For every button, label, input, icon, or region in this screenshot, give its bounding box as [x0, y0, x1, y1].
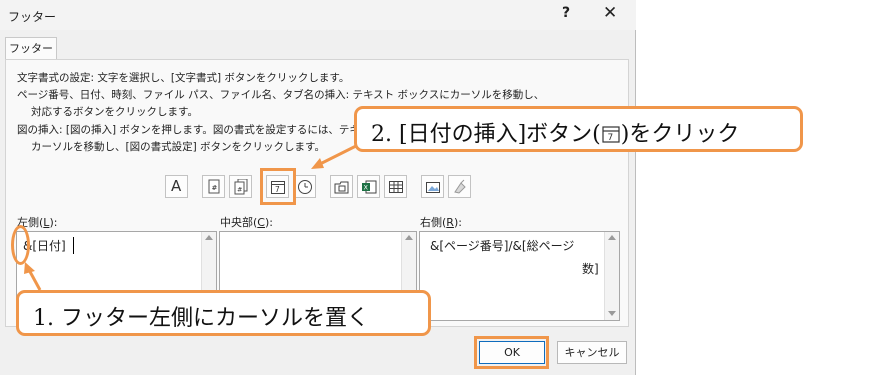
step2-callout: 2. [日付の挿入]ボタン(7)をクリック: [354, 106, 803, 152]
step2-text: 2. [日付の挿入]ボタン(7)をクリック: [371, 122, 740, 147]
step1-callout: 1. フッター左側にカーソルを置く: [16, 290, 431, 336]
calendar-icon: 7: [601, 124, 621, 144]
step2-arrowhead: [311, 158, 324, 169]
step1-arrowhead: [24, 262, 35, 274]
svg-text:7: 7: [607, 133, 613, 143]
step2-arrow: [317, 142, 361, 167]
step1-text: 1. フッター左側にカーソルを置く: [33, 306, 369, 331]
